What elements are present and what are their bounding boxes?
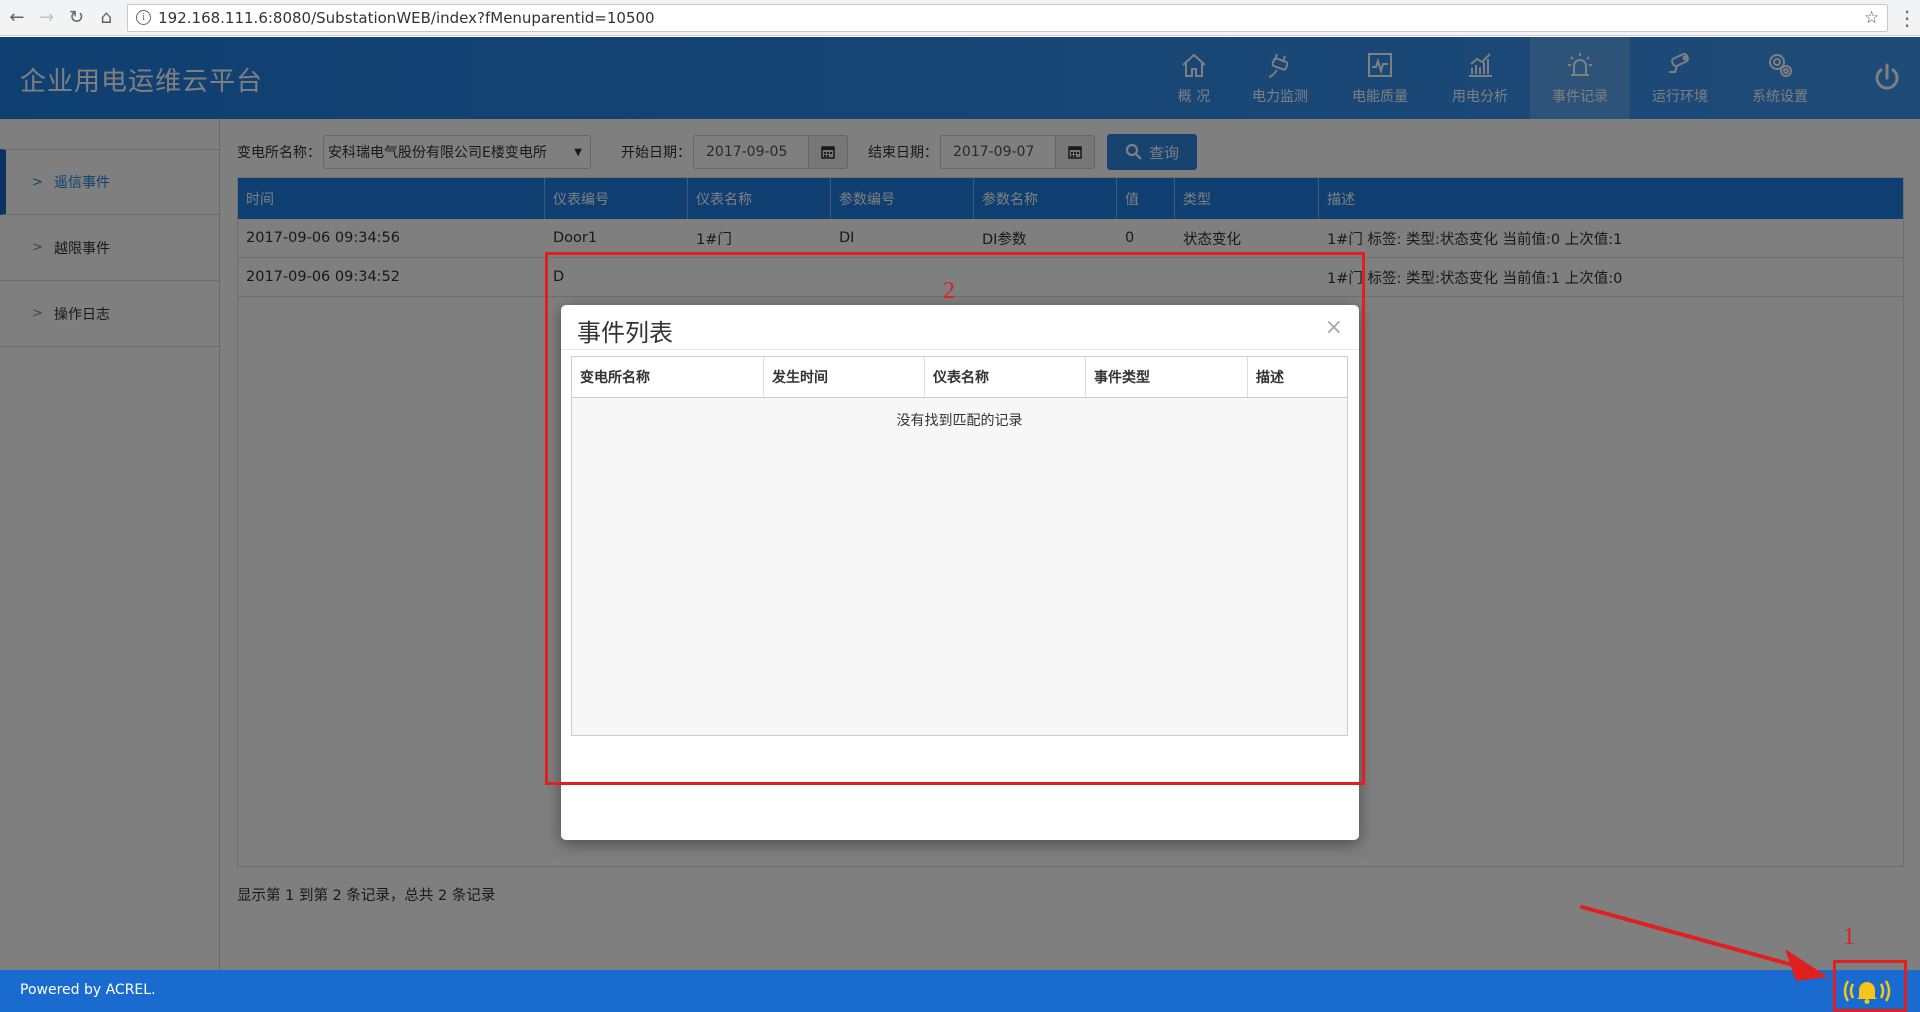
forward-icon[interactable]: → xyxy=(34,5,60,31)
annotation-label-2: 2 xyxy=(943,278,955,304)
reload-icon[interactable]: ↻ xyxy=(64,5,90,31)
annotation-label-1: 1 xyxy=(1843,924,1855,950)
address-bar[interactable]: i 192.168.111.6:8080/SubstationWEB/index… xyxy=(127,3,1889,32)
annotation-box-1 xyxy=(1833,960,1907,1012)
back-icon[interactable]: ← xyxy=(4,5,30,31)
annotation-arrow xyxy=(1580,905,1828,981)
annotation-box-2 xyxy=(545,252,1365,785)
browser-toolbar: ← → ↻ ⌂ i 192.168.111.6:8080/SubstationW… xyxy=(0,0,1920,36)
browser-home-icon[interactable]: ⌂ xyxy=(93,5,119,31)
browser-menu-icon[interactable]: ⋮ xyxy=(1894,6,1920,30)
url-text: 192.168.111.6:8080/SubstationWEB/index?f… xyxy=(158,8,655,27)
info-icon[interactable]: i xyxy=(136,10,152,25)
bookmark-star-icon[interactable]: ☆ xyxy=(1864,8,1879,28)
footer-text: Powered by ACREL. xyxy=(20,982,156,998)
